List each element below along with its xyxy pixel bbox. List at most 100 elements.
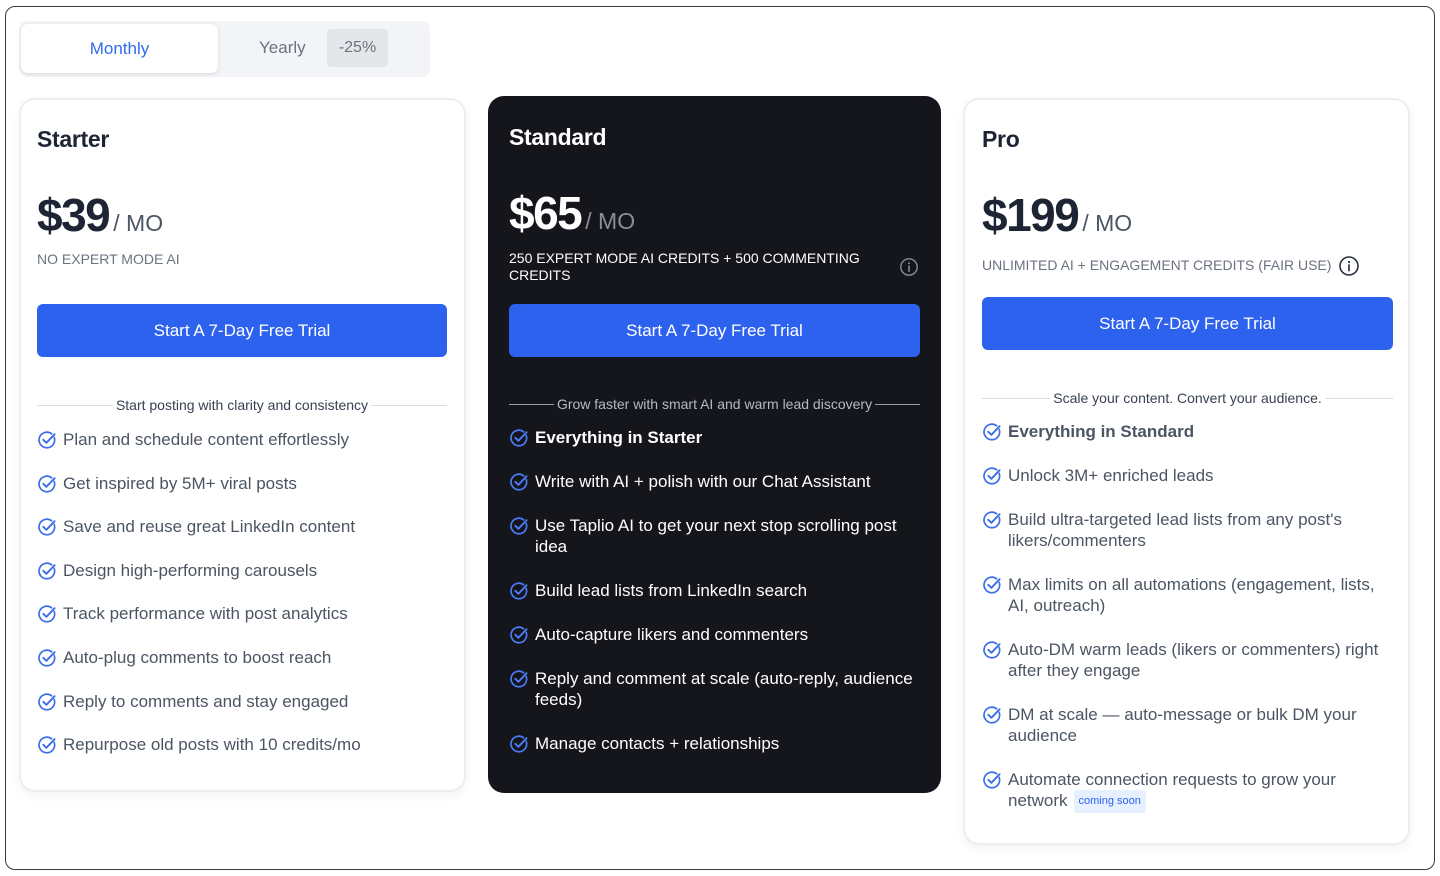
circle-check-icon [38,605,56,623]
feature-item: DM at scale — auto-message or bulk DM yo… [982,704,1393,746]
billing-toggle: Monthly Yearly -25% [19,21,430,77]
price-period: / MO [1082,210,1133,236]
feature-list: Everything in Starter Write with AI + pol… [509,427,920,777]
start-trial-button[interactable]: Start A 7-Day Free Trial [982,297,1393,350]
feature-item: Everything in Standard [982,421,1393,442]
feature-item: Max limits on all automations (engagemen… [982,574,1393,616]
plan-credits: UNLIMITED AI + ENGAGEMENT CREDITS (FAIR … [982,257,1332,273]
price-period: / MO [113,210,164,236]
divider-line [371,404,447,406]
feature-text: Auto-plug comments to boost reach [63,647,332,667]
circle-check-icon [38,649,56,667]
feature-text: Automate connection requests to grow you… [1008,770,1336,810]
circle-check-icon [983,641,1001,659]
circle-check-icon [38,692,56,711]
plan-price: $65 / MO [509,186,635,240]
price-amount: $199 [982,189,1080,241]
feature-item: Everything in Starter [509,427,920,448]
feature-item: Write with AI + polish with our Chat Ass… [509,471,920,492]
price-amount: $39 [37,189,111,241]
feature-item: Auto-plug comments to boost reach [37,647,447,668]
plan-credits: NO EXPERT MODE AI [37,251,180,267]
plan-credits: 250 EXPERT MODE AI CREDITS + 500 COMMENT… [509,250,860,283]
feature-text: Max limits on all automations (engagemen… [1008,575,1375,615]
feature-text: Manage contacts + relationships [535,734,780,753]
circle-check-icon [38,562,56,580]
plan-name: Standard [509,124,607,150]
circle-check-icon [510,735,528,753]
feature-text: Build lead lists from LinkedIn search [535,581,808,600]
plan-tagline: Scale your content. Convert your audienc… [1053,390,1322,406]
price-period: / MO [585,208,636,234]
feature-text: Track performance with post analytics [63,604,348,624]
plan-card-standard: Standard $65 / MO 250 EXPERT MODE AI CRE… [488,96,941,793]
yearly-discount-badge: -25% [327,29,388,67]
info-icon[interactable] [1338,255,1360,282]
plan-card-starter: Starter $39 / MO NO EXPERT MODE AI Start… [19,98,466,792]
pricing-panel: Monthly Yearly -25% Starter $39 / MO NO … [5,6,1435,870]
circle-check-icon [510,670,528,688]
start-trial-button[interactable]: Start A 7-Day Free Trial [509,304,920,357]
feature-item: Auto-DM warm leads (likers or commenters… [982,639,1393,681]
divider-line [509,403,554,405]
feature-list: Plan and schedule content effortlessly Ge… [37,429,447,778]
feature-item: Auto-capture likers and commenters [509,624,920,645]
feature-text: Unlock 3M+ enriched leads [1008,466,1214,485]
info-icon[interactable] [899,257,919,282]
circle-check-icon [38,431,56,449]
monthly-option[interactable]: Monthly [21,24,218,73]
plan-tagline-divider: Scale your content. Convert your audienc… [982,390,1393,406]
feature-item: Save and reuse great LinkedIn content [37,516,447,537]
circle-check-icon [38,474,56,493]
feature-text: Get inspired by 5M+ viral posts [63,473,297,493]
circle-check-icon [983,423,1001,441]
feature-text: Write with AI + polish with our Chat Ass… [535,472,871,491]
divider-line [37,404,113,406]
circle-check-icon [983,706,1001,724]
feature-text: Design high-performing carousels [63,560,318,580]
feature-text: Everything in Starter [535,428,703,447]
feature-text: Auto-capture likers and commenters [535,625,809,644]
plan-tagline: Grow faster with smart AI and warm lead … [556,396,873,412]
feature-text: Everything in Standard [1008,422,1195,441]
feature-item: Use Taplio AI to get your next stop scro… [509,515,920,557]
feature-text: Repurpose old posts with 10 credits/mo [63,735,361,755]
price-amount: $65 [509,187,583,239]
plan-tagline: Start posting with clarity and consisten… [115,397,369,413]
plan-price: $199 / MO [982,188,1132,242]
feature-item: Build lead lists from LinkedIn search [509,580,920,601]
circle-check-icon [983,511,1001,529]
feature-text: Auto-DM warm leads (likers or commenters… [1008,640,1379,680]
plan-card-pro: Pro $199 / MO UNLIMITED AI + ENGAGEMENT … [963,98,1410,845]
feature-item: Repurpose old posts with 10 credits/mo [37,734,447,755]
coming-soon-badge: coming soon [1073,790,1146,814]
circle-check-icon [38,736,56,754]
circle-check-icon [38,518,56,536]
feature-text: DM at scale — auto-message or bulk DM yo… [1008,705,1357,745]
plan-name: Starter [37,126,110,152]
circle-check-icon [510,517,528,535]
plan-price: $39 / MO [37,188,163,242]
feature-item: Reply to comments and stay engaged [37,691,447,712]
start-trial-button[interactable]: Start A 7-Day Free Trial [37,304,447,357]
feature-text: Plan and schedule content effortlessly [63,430,350,449]
feature-item: Unlock 3M+ enriched leads [982,465,1393,486]
divider-line [875,403,921,405]
feature-text: Build ultra-targeted lead lists from any… [1008,510,1342,550]
feature-item: Automate connection requests to grow you… [982,769,1393,814]
feature-list: Everything in Standard Unlock 3M+ enriche… [982,421,1393,836]
divider-line [982,397,1051,399]
plan-name: Pro [982,126,1020,152]
feature-text: Reply to comments and stay engaged [63,691,349,711]
yearly-option[interactable]: Yearly [259,38,306,58]
circle-check-icon [983,576,1001,594]
plan-tagline-divider: Grow faster with smart AI and warm lead … [509,396,921,412]
feature-item: Build ultra-targeted lead lists from any… [982,509,1393,551]
plan-tagline-divider: Start posting with clarity and consisten… [37,397,447,413]
circle-check-icon [983,467,1001,485]
feature-item: Design high-performing carousels [37,560,447,581]
circle-check-icon [510,473,528,491]
circle-check-icon [510,626,528,644]
feature-item: Get inspired by 5M+ viral posts [37,473,447,494]
feature-text: Reply and comment at scale (auto-reply, … [535,669,913,709]
